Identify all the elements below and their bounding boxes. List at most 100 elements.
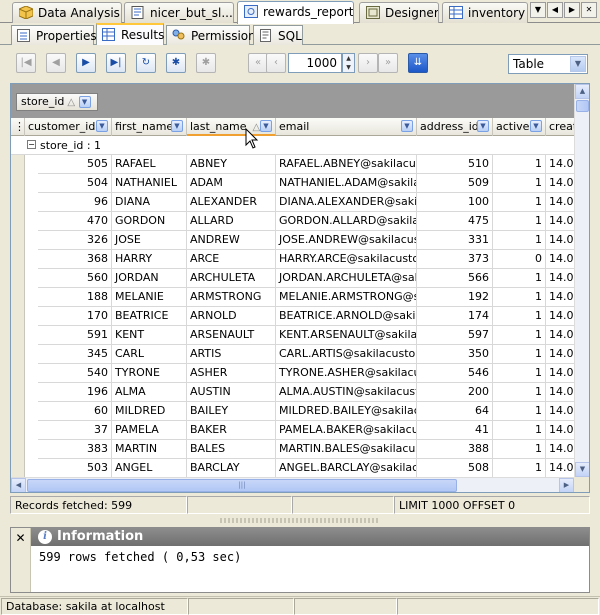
row-indicator[interactable]: [11, 421, 25, 440]
table-row[interactable]: 470GORDONALLARDGORDON.ALLARD@sakilacust4…: [11, 212, 576, 231]
tab-scroll-left-icon[interactable]: ◀: [547, 2, 563, 18]
cell-customer-id[interactable]: 383: [38, 440, 112, 459]
cell-email[interactable]: GORDON.ALLARD@sakilacust: [276, 212, 417, 231]
cell-first-name[interactable]: HARRY: [112, 250, 187, 269]
cell-create-date[interactable]: 14.0: [546, 155, 576, 174]
cell-customer-id[interactable]: 170: [38, 307, 112, 326]
cell-create-date[interactable]: 14.0: [546, 212, 576, 231]
table-row[interactable]: 188MELANIEARMSTRONGMELANIE.ARMSTRONG@sak…: [11, 288, 576, 307]
tab-data-analysis[interactable]: Data Analysis: [12, 2, 122, 23]
chevron-down-icon[interactable]: ▼: [570, 56, 586, 72]
cell-customer-id[interactable]: 504: [38, 174, 112, 193]
group-by-chip[interactable]: store_id △ ▼: [16, 93, 98, 111]
cell-last-name[interactable]: ABNEY: [187, 155, 276, 174]
collapse-icon[interactable]: −: [27, 140, 36, 149]
cell-active[interactable]: 1: [493, 402, 546, 421]
results-grid[interactable]: store_id△ ▼ ⋮⋮ customer_id▼first_name▼la…: [10, 83, 590, 493]
table-row[interactable]: 326JOSEANDREWJOSE.ANDREW@sakilacustor331…: [11, 231, 576, 250]
table-row[interactable]: 503ANGELBARCLAYANGEL.BARCLAY@sakilacust5…: [11, 459, 576, 478]
row-indicator[interactable]: [11, 250, 25, 269]
cell-address-id[interactable]: 100: [417, 193, 493, 212]
cell-email[interactable]: MELANIE.ARMSTRONG@saki: [276, 288, 417, 307]
row-indicator[interactable]: [11, 288, 25, 307]
cell-create-date[interactable]: 14.0: [546, 459, 576, 478]
cell-customer-id[interactable]: 345: [38, 345, 112, 364]
limit-spinner-icon[interactable]: ▲ ▼: [342, 53, 355, 73]
cell-customer-id[interactable]: 540: [38, 364, 112, 383]
cell-address-id[interactable]: 174: [417, 307, 493, 326]
last-record-icon[interactable]: ▶|: [106, 53, 126, 73]
table-row[interactable]: 37PAMELABAKERPAMELA.BAKER@sakilacusto411…: [11, 421, 576, 440]
cell-address-id[interactable]: 510: [417, 155, 493, 174]
cell-customer-id[interactable]: 326: [38, 231, 112, 250]
limit-input[interactable]: 1000: [288, 53, 342, 73]
cell-email[interactable]: ANGEL.BARCLAY@sakilacust: [276, 459, 417, 478]
cell-last-name[interactable]: ALEXANDER: [187, 193, 276, 212]
cell-active[interactable]: 1: [493, 155, 546, 174]
cell-email[interactable]: PAMELA.BAKER@sakilacusto: [276, 421, 417, 440]
tab-properties[interactable]: Properties: [11, 25, 97, 45]
cell-last-name[interactable]: BAKER: [187, 421, 276, 440]
tab-list-dropdown-icon[interactable]: ▼: [530, 2, 546, 18]
row-indicator[interactable]: [11, 307, 25, 326]
table-row[interactable]: 505RAFAELABNEYRAFAEL.ABNEY@sakilacusto51…: [11, 155, 576, 174]
cell-active[interactable]: 1: [493, 288, 546, 307]
row-indicator[interactable]: [11, 364, 25, 383]
table-row[interactable]: 504NATHANIELADAMNATHANIEL.ADAM@sakilacus…: [11, 174, 576, 193]
close-editor-icon[interactable]: ✕: [581, 2, 597, 18]
view-mode-select[interactable]: Table ▼: [508, 54, 588, 74]
cancel-changes-icon[interactable]: ✱: [196, 53, 216, 73]
filter-dropdown-icon[interactable]: ▼: [171, 120, 183, 132]
cell-address-id[interactable]: 41: [417, 421, 493, 440]
cell-customer-id[interactable]: 591: [38, 326, 112, 345]
cell-customer-id[interactable]: 470: [38, 212, 112, 231]
cell-create-date[interactable]: 14.0: [546, 288, 576, 307]
cell-active[interactable]: 1: [493, 345, 546, 364]
row-indicator[interactable]: [11, 269, 25, 288]
table-row[interactable]: 170BEATRICEARNOLDBEATRICE.ARNOLD@sakilac…: [11, 307, 576, 326]
cell-last-name[interactable]: ANDREW: [187, 231, 276, 250]
cell-customer-id[interactable]: 188: [38, 288, 112, 307]
refresh-icon[interactable]: ↻: [136, 53, 156, 73]
row-indicator[interactable]: [11, 383, 25, 402]
chevron-down-icon[interactable]: ▼: [78, 96, 91, 108]
cell-email[interactable]: RAFAEL.ABNEY@sakilacusto: [276, 155, 417, 174]
row-indicator[interactable]: [11, 174, 25, 193]
group-by-panel[interactable]: store_id △ ▼: [11, 84, 575, 118]
tab-permissions[interactable]: Permissions: [166, 25, 262, 45]
cell-first-name[interactable]: GORDON: [112, 212, 187, 231]
cell-create-date[interactable]: 14.0: [546, 326, 576, 345]
cell-first-name[interactable]: JOSE: [112, 231, 187, 250]
cell-active[interactable]: 1: [493, 364, 546, 383]
cell-last-name[interactable]: ASHER: [187, 364, 276, 383]
filter-dropdown-icon[interactable]: ▼: [401, 120, 413, 132]
cell-email[interactable]: JOSE.ANDREW@sakilacustor: [276, 231, 417, 250]
cell-address-id[interactable]: 509: [417, 174, 493, 193]
filter-dropdown-icon[interactable]: ▼: [260, 120, 272, 132]
table-row[interactable]: 196ALMAAUSTINALMA.AUSTIN@sakilacustom200…: [11, 383, 576, 402]
cell-last-name[interactable]: BARCLAY: [187, 459, 276, 478]
first-record-icon[interactable]: |◀: [16, 53, 36, 73]
column-header-customer-id[interactable]: customer_id ▼: [25, 118, 112, 136]
cell-email[interactable]: HARRY.ARCE@sakilacustome: [276, 250, 417, 269]
cell-create-date[interactable]: 14.0: [546, 193, 576, 212]
filter-dropdown-icon[interactable]: ▼: [477, 120, 489, 132]
row-indicator[interactable]: [11, 345, 25, 364]
tab-inventory[interactable]: inventory: [442, 2, 528, 23]
tab-designer[interactable]: Designer: [359, 2, 439, 23]
scroll-down-icon[interactable]: ▼: [575, 462, 589, 477]
cell-active[interactable]: 1: [493, 269, 546, 288]
cell-active[interactable]: 0: [493, 250, 546, 269]
apply-icon[interactable]: ✱: [166, 53, 186, 73]
cell-first-name[interactable]: CARL: [112, 345, 187, 364]
cell-customer-id[interactable]: 60: [38, 402, 112, 421]
cell-active[interactable]: 1: [493, 307, 546, 326]
cell-last-name[interactable]: ARNOLD: [187, 307, 276, 326]
row-indicator[interactable]: [11, 212, 25, 231]
cell-customer-id[interactable]: 96: [38, 193, 112, 212]
tab-sql[interactable]: SQL: [253, 25, 303, 45]
cell-active[interactable]: 1: [493, 174, 546, 193]
table-row[interactable]: 96DIANAALEXANDERDIANA.ALEXANDER@sakilacu…: [11, 193, 576, 212]
cell-first-name[interactable]: MELANIE: [112, 288, 187, 307]
cell-address-id[interactable]: 597: [417, 326, 493, 345]
